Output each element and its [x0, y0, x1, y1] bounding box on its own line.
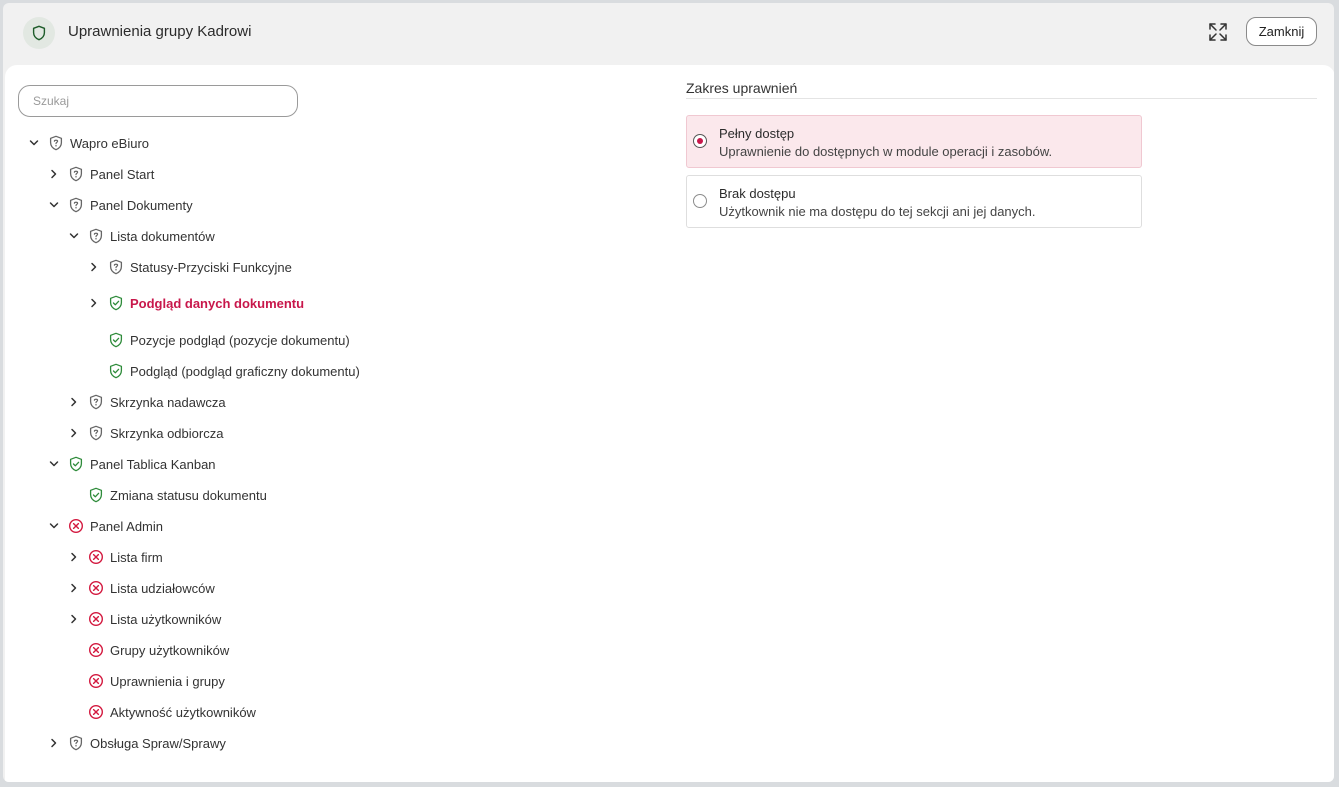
tree-item[interactable]: Pozycje podgląd (pozycje dokumentu) [86, 330, 350, 350]
tree-item-label: Zmiana statusu dokumentu [110, 487, 267, 503]
dialog-header: Uprawnienia grupy Kadrowi Zamknij [3, 3, 1334, 65]
x-circle-icon [88, 580, 104, 596]
tree-item[interactable]: Grupy użytkowników [66, 640, 229, 660]
tree-item[interactable]: Podgląd (podgląd graficzny dokumentu) [86, 361, 360, 381]
x-circle-icon [88, 611, 104, 627]
tree-item-label: Aktywność użytkowników [110, 704, 256, 720]
tree-item[interactable]: Statusy-Przyciski Funkcyjne [86, 257, 292, 277]
chevron-down-icon[interactable] [46, 518, 62, 534]
chevron-down-icon[interactable] [66, 228, 82, 244]
option-full-access[interactable]: Pełny dostęp Uprawnienie do dostępnych w… [686, 115, 1142, 168]
tree-item[interactable]: Uprawnienia i grupy [66, 671, 225, 691]
chevron-right-icon[interactable] [66, 425, 82, 441]
shield-check-icon [88, 487, 104, 503]
tree-item[interactable]: Obsługa Spraw/Sprawy [46, 733, 226, 753]
tree-item-label: Panel Admin [90, 518, 163, 534]
tree-item[interactable]: Lista dokumentów [66, 226, 215, 246]
x-circle-icon [88, 704, 104, 720]
tree-item[interactable]: Podgląd danych dokumentu [86, 293, 304, 313]
option-no-access[interactable]: Brak dostępu Użytkownik nie ma dostępu d… [686, 175, 1142, 228]
chevron-right-icon[interactable] [86, 259, 102, 275]
tree-item-label: Panel Dokumenty [90, 197, 193, 213]
search-input[interactable] [18, 85, 298, 117]
tree-item[interactable]: Skrzynka nadawcza [66, 392, 226, 412]
shield-check-icon [108, 363, 124, 379]
tree-item-label: Lista udziałowców [110, 580, 215, 596]
chevron-down-icon[interactable] [46, 456, 62, 472]
tree-item-label: Podgląd danych dokumentu [130, 295, 305, 311]
tree-item-label: Wapro eBiuro [70, 135, 149, 151]
shield-partial-icon [68, 166, 84, 182]
tree-item-label: Pozycje podgląd (pozycje dokumentu) [130, 332, 350, 348]
chevron-right-icon[interactable] [66, 580, 82, 596]
tree-item-label: Skrzynka nadawcza [110, 394, 226, 410]
x-circle-icon [88, 673, 104, 689]
shield-partial-icon [88, 228, 104, 244]
tree-item[interactable]: Panel Dokumenty [46, 195, 193, 215]
chevron-right-icon[interactable] [86, 295, 102, 311]
tree-item[interactable]: Panel Tablica Kanban [46, 454, 216, 474]
tree-item-label: Lista dokumentów [110, 228, 215, 244]
tree-item-label: Statusy-Przyciski Funkcyjne [130, 259, 292, 275]
shield-check-icon [68, 456, 84, 472]
tree-item[interactable]: Panel Admin [46, 516, 163, 536]
tree-item[interactable]: Lista udziałowców [66, 578, 215, 598]
expand-icon[interactable] [1207, 21, 1229, 43]
option-description: Uprawnienie do dostępnych w module opera… [719, 144, 1053, 159]
tree-item-label: Panel Start [90, 166, 155, 182]
shield-partial-icon [68, 197, 84, 213]
shield-partial-icon [88, 394, 104, 410]
tree-item[interactable]: Skrzynka odbiorcza [66, 423, 223, 443]
option-title: Pełny dostęp [719, 126, 795, 141]
chevron-right-icon[interactable] [46, 166, 62, 182]
dialog-content: Wapro eBiuro Panel Start Panel Dokumenty Li… [5, 65, 1334, 782]
shield-partial-icon [48, 135, 64, 151]
chevron-down-icon[interactable] [46, 197, 62, 213]
tree-item-label: Obsługa Spraw/Sprawy [90, 735, 226, 751]
permissions-dialog: Uprawnienia grupy Kadrowi Zamknij Wapro … [3, 3, 1334, 782]
option-title: Brak dostępu [719, 186, 796, 201]
tree-item[interactable]: Lista firm [66, 547, 163, 567]
tree-item-label: Uprawnienia i grupy [110, 673, 225, 689]
tree-item-label: Grupy użytkowników [110, 642, 230, 658]
shield-icon [23, 17, 55, 49]
chevron-right-icon[interactable] [46, 735, 62, 751]
tree-item[interactable]: Lista użytkowników [66, 609, 221, 629]
close-button[interactable]: Zamknij [1246, 17, 1317, 46]
shield-partial-icon [88, 425, 104, 441]
chevron-right-icon[interactable] [66, 549, 82, 565]
tree-item-label: Lista użytkowników [110, 611, 222, 627]
scope-title: Zakres uprawnień [686, 80, 1317, 99]
shield-check-icon [108, 295, 124, 311]
x-circle-icon [68, 518, 84, 534]
shield-partial-icon [68, 735, 84, 751]
tree-item[interactable]: Aktywność użytkowników [66, 702, 256, 722]
chevron-right-icon[interactable] [66, 611, 82, 627]
tree-item-label: Lista firm [110, 549, 163, 565]
shield-check-icon [108, 332, 124, 348]
option-description: Użytkownik nie ma dostępu do tej sekcji … [719, 204, 1036, 219]
x-circle-icon [88, 642, 104, 658]
shield-partial-icon [108, 259, 124, 275]
tree-item[interactable]: Wapro eBiuro [26, 133, 149, 153]
radio-no-access[interactable] [693, 194, 707, 208]
tree-item[interactable]: Zmiana statusu dokumentu [66, 485, 267, 505]
dialog-title: Uprawnienia grupy Kadrowi [68, 23, 252, 40]
x-circle-icon [88, 549, 104, 565]
chevron-right-icon[interactable] [66, 394, 82, 410]
chevron-down-icon[interactable] [26, 135, 42, 151]
tree-item-label: Panel Tablica Kanban [90, 456, 216, 472]
tree-item-label: Skrzynka odbiorcza [110, 425, 224, 441]
radio-full-access[interactable] [693, 134, 707, 148]
tree-item-label: Podgląd (podgląd graficzny dokumentu) [130, 363, 360, 379]
tree-item[interactable]: Panel Start [46, 164, 154, 184]
